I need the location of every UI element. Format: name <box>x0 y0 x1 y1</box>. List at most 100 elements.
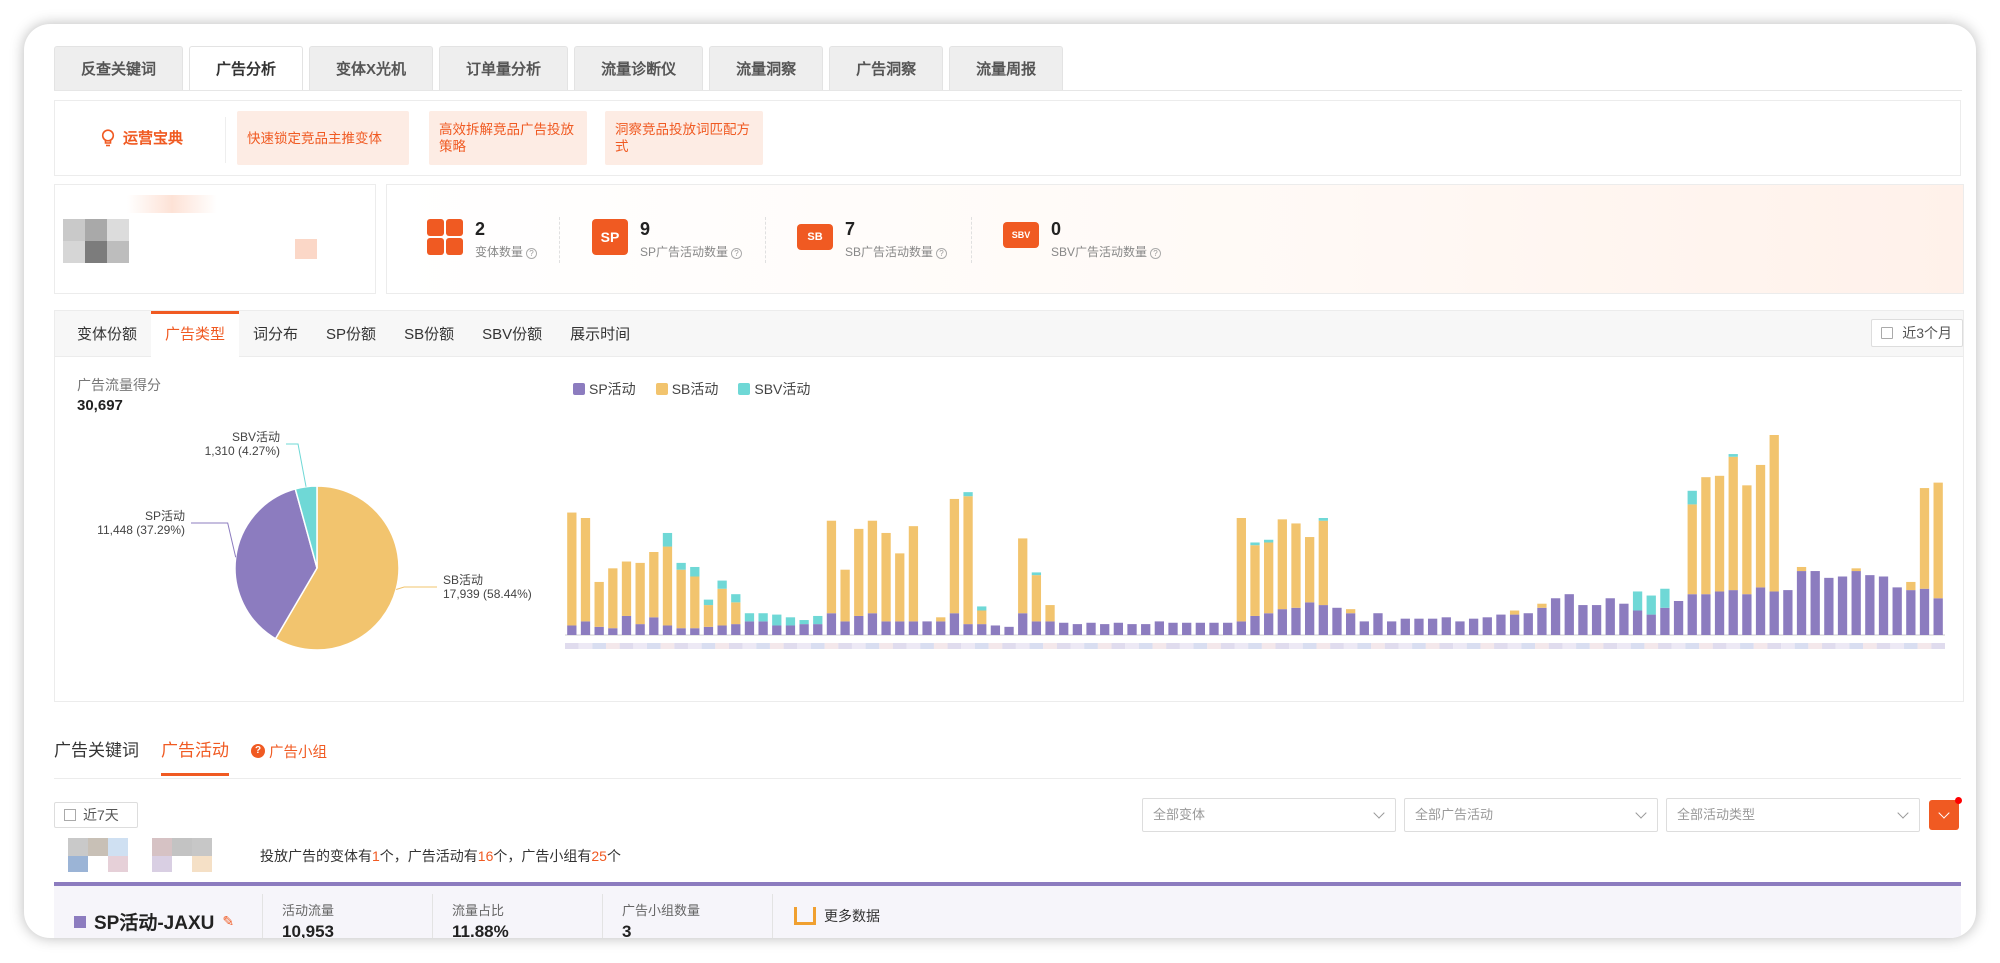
tab-sp-share[interactable]: SP份额 <box>312 311 390 357</box>
bar-SB活动-0[interactable] <box>567 512 577 626</box>
bar-SB活动-8[interactable] <box>676 569 686 629</box>
bar-SP活动-54[interactable] <box>1305 602 1315 635</box>
bar-SP活动-4[interactable] <box>621 615 632 635</box>
bar-SP活动-98[interactable] <box>1906 590 1916 635</box>
bar-SP活动-50[interactable] <box>1250 615 1260 635</box>
bar-SB活动-3[interactable] <box>608 568 618 629</box>
bar-SP活动-85[interactable] <box>1728 590 1738 635</box>
tab-variant-xray[interactable]: 变体X光机 <box>309 46 434 90</box>
tip-match-type[interactable]: 洞察竞品投放词匹配方式 <box>605 111 763 165</box>
bar-SB活动-57[interactable] <box>1345 609 1356 614</box>
bar-SP活动-82[interactable] <box>1687 594 1697 635</box>
ops-guide[interactable]: 运营宝典 <box>101 127 183 148</box>
bar-SBV活动-34[interactable] <box>1031 572 1042 576</box>
bar-SBV活动-78[interactable] <box>1632 591 1643 611</box>
bar-SP活动-27[interactable] <box>936 621 946 635</box>
bar-SP活动-12[interactable] <box>731 624 741 635</box>
date-range-picker[interactable]: 近3个月 <box>1871 319 1963 347</box>
bar-SB活动-85[interactable] <box>1728 456 1738 591</box>
bar-SBV活动-51[interactable] <box>1264 539 1274 543</box>
bar-SB活动-83[interactable] <box>1701 477 1711 595</box>
variant-select[interactable]: 全部变体 <box>1142 798 1396 832</box>
bar-SP活动-72[interactable] <box>1550 598 1561 635</box>
bar-SB活动-2[interactable] <box>594 581 604 627</box>
more-data-link[interactable]: 更多数据 <box>794 906 880 926</box>
bar-SB活动-52[interactable] <box>1277 519 1287 610</box>
bar-SP活动-11[interactable] <box>717 625 727 635</box>
bar-SB活动-86[interactable] <box>1742 485 1752 595</box>
bar-SP活动-31[interactable] <box>990 625 1001 635</box>
bar-SB活动-10[interactable] <box>703 605 714 627</box>
bar-SB活动-4[interactable] <box>621 561 632 616</box>
bar-SP活动-22[interactable] <box>867 613 878 635</box>
bar-SP活动-3[interactable] <box>608 628 618 635</box>
tab-traffic-diagnosis[interactable]: 流量诊断仪 <box>574 46 704 90</box>
bar-SP活动-49[interactable] <box>1236 621 1246 635</box>
legend-sbv[interactable]: SBV活动 <box>738 379 810 399</box>
bar-SB活动-55[interactable] <box>1318 520 1328 606</box>
bar-SP活动-7[interactable] <box>662 625 673 635</box>
bar-SP活动-73[interactable] <box>1564 594 1574 635</box>
bar-SB活动-49[interactable] <box>1236 517 1246 622</box>
bar-SP活动-96[interactable] <box>1878 576 1889 635</box>
bar-SBV活动-55[interactable] <box>1318 517 1328 521</box>
bar-SB活动-24[interactable] <box>895 553 905 622</box>
bar-SB活动-12[interactable] <box>731 602 741 625</box>
edit-pencil-icon[interactable]: ✎ <box>222 913 234 930</box>
bar-SP活动-53[interactable] <box>1291 607 1301 635</box>
bar-SP活动-47[interactable] <box>1209 622 1219 635</box>
bar-SB活动-9[interactable] <box>690 576 700 629</box>
campaign-card[interactable]: SP活动-JAXU ✎ 活动流量 10,953 流量占比 11.88% 广告小组… <box>54 882 1961 938</box>
bar-SBV活动-18[interactable] <box>813 615 823 625</box>
bar-SB活动-99[interactable] <box>1919 488 1930 589</box>
bar-SP活动-92[interactable] <box>1824 577 1834 635</box>
bar-SP活动-100[interactable] <box>1933 598 1943 635</box>
bar-SB活动-20[interactable] <box>840 569 850 622</box>
bar-SB活动-82[interactable] <box>1687 504 1697 595</box>
bar-SP活动-13[interactable] <box>744 621 755 635</box>
bar-SP活动-51[interactable] <box>1264 613 1274 635</box>
bar-SBV活动-12[interactable] <box>731 594 741 603</box>
bar-SP活动-26[interactable] <box>922 621 932 635</box>
bar-SP活动-6[interactable] <box>649 617 659 635</box>
bar-SBV活动-15[interactable] <box>772 614 782 626</box>
campaign-select[interactable]: 全部广告活动 <box>1404 798 1658 832</box>
campaign-type-select[interactable]: 全部活动类型 <box>1666 798 1920 832</box>
tab-word-distribution[interactable]: 词分布 <box>239 311 312 357</box>
bar-SP活动-91[interactable] <box>1810 571 1820 635</box>
bar-SP活动-60[interactable] <box>1386 621 1397 635</box>
bar-SP活动-1[interactable] <box>580 621 591 635</box>
tab-sb-share[interactable]: SB份额 <box>390 311 468 357</box>
bar-SB活动-21[interactable] <box>854 528 864 616</box>
bar-SP活动-9[interactable] <box>690 628 700 635</box>
bar-SBV活动-11[interactable] <box>717 580 727 589</box>
bar-SP活动-16[interactable] <box>785 625 796 635</box>
bar-SB活动-71[interactable] <box>1537 603 1547 608</box>
tab-ad-keywords[interactable]: 广告关键词 <box>54 736 139 776</box>
bar-SP活动-58[interactable] <box>1359 621 1369 635</box>
bar-SBV活动-7[interactable] <box>662 532 673 547</box>
tab-ad-analysis[interactable]: 广告分析 <box>189 46 304 90</box>
bar-SP活动-41[interactable] <box>1127 624 1137 635</box>
bar-SP活动-69[interactable] <box>1509 614 1520 635</box>
help-icon[interactable]: ? <box>731 248 743 259</box>
bar-SB活动-22[interactable] <box>867 520 878 614</box>
bar-SB活动-7[interactable] <box>662 546 673 626</box>
bar-SP活动-84[interactable] <box>1714 591 1725 635</box>
bar-SP活动-95[interactable] <box>1865 575 1875 635</box>
bar-SP活动-71[interactable] <box>1537 607 1547 635</box>
bar-SB活动-6[interactable] <box>649 552 659 618</box>
bar-SB活动-23[interactable] <box>881 532 891 622</box>
bar-SP活动-59[interactable] <box>1373 613 1383 635</box>
bar-SP活动-23[interactable] <box>881 621 891 635</box>
bar-SB活动-29[interactable] <box>963 496 973 625</box>
bar-SP活动-35[interactable] <box>1045 621 1055 635</box>
bar-SP活动-14[interactable] <box>758 621 768 635</box>
help-icon[interactable]: ? <box>1150 248 1162 259</box>
legend-sb[interactable]: SB活动 <box>655 379 718 399</box>
bar-SBV活动-30[interactable] <box>977 606 987 611</box>
bar-SP活动-65[interactable] <box>1455 621 1465 635</box>
date-7days-picker[interactable]: 近7天 <box>54 802 138 828</box>
bar-SB活动-11[interactable] <box>717 588 727 626</box>
bar-SP活动-64[interactable] <box>1441 617 1451 635</box>
